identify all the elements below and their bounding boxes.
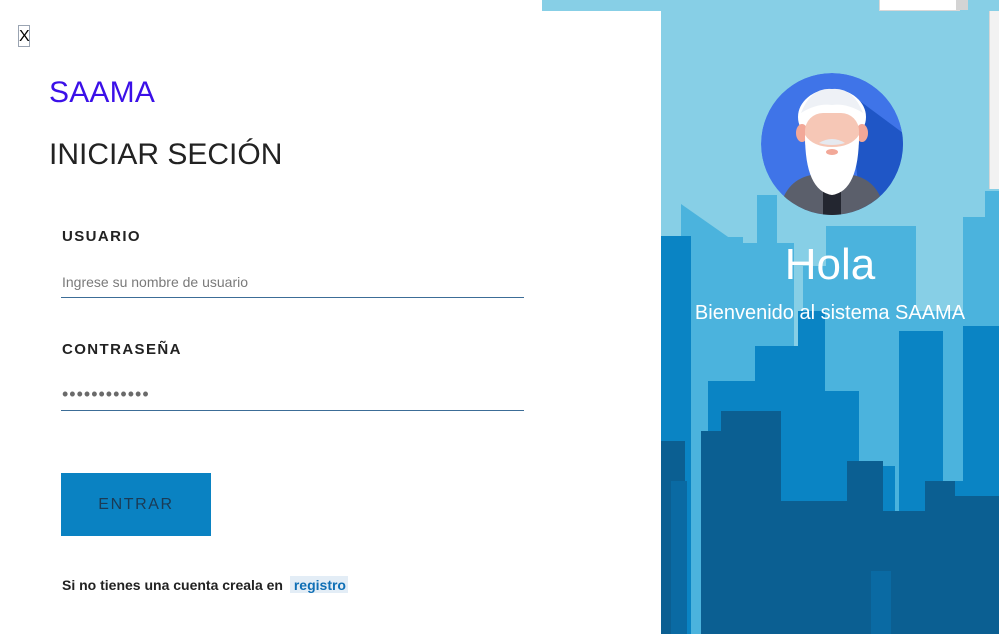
top-scroll-thumb[interactable] xyxy=(956,0,968,10)
signup-prompt: Si no tienes una cuenta creala en regist… xyxy=(62,576,348,593)
top-sky-strip xyxy=(542,0,999,11)
password-label: CONTRASEÑA xyxy=(62,341,182,358)
greeting-title: Hola xyxy=(784,240,876,289)
page-title: INICIAR SECIÓN xyxy=(49,138,283,171)
top-window-box xyxy=(879,0,960,11)
login-button[interactable]: ENTRAR xyxy=(61,473,211,536)
signup-link[interactable]: registro xyxy=(289,576,348,593)
username-input[interactable] xyxy=(61,266,524,298)
user-avatar-icon xyxy=(761,73,903,215)
brand-name: SAAMA xyxy=(49,76,156,109)
username-label: USUARIO xyxy=(62,228,141,245)
welcome-message: Bienvenido al sistema SAAMA xyxy=(694,302,966,324)
side-scrollbar[interactable] xyxy=(989,11,999,189)
signup-text: Si no tienes una cuenta creala en xyxy=(62,577,283,593)
close-button[interactable]: X xyxy=(18,25,30,47)
password-input[interactable] xyxy=(61,379,524,411)
